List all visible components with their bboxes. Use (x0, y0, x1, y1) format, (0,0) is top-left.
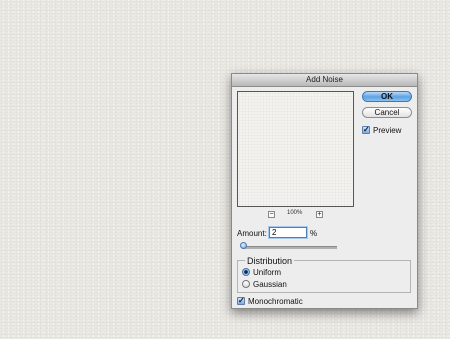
gaussian-radio[interactable] (242, 280, 250, 288)
gaussian-label: Gaussian (253, 280, 287, 289)
add-noise-dialog: Add Noise − 100% + OK Cancel ✓ Preview A… (231, 73, 418, 309)
amount-input[interactable] (269, 227, 307, 238)
preview-area[interactable] (237, 91, 354, 207)
dialog-title[interactable]: Add Noise (232, 74, 417, 87)
uniform-radio[interactable] (242, 268, 250, 276)
preview-checkbox[interactable]: ✓ (362, 126, 370, 134)
amount-label: Amount: (237, 229, 267, 238)
zoom-level: 100% (287, 210, 303, 216)
amount-slider-track[interactable] (242, 246, 337, 249)
monochromatic-label: Monochromatic (248, 297, 303, 306)
amount-slider-thumb[interactable] (240, 242, 247, 249)
preview-label: Preview (373, 126, 402, 135)
distribution-title: Distribution (245, 256, 295, 266)
amount-unit: % (310, 229, 318, 238)
zoom-out-button[interactable]: − (268, 211, 275, 218)
monochromatic-checkbox[interactable]: ✓ (237, 297, 245, 305)
zoom-in-button[interactable]: + (316, 211, 323, 218)
uniform-label: Uniform (253, 268, 282, 277)
cancel-button[interactable]: Cancel (362, 107, 412, 118)
ok-button[interactable]: OK (362, 91, 412, 102)
